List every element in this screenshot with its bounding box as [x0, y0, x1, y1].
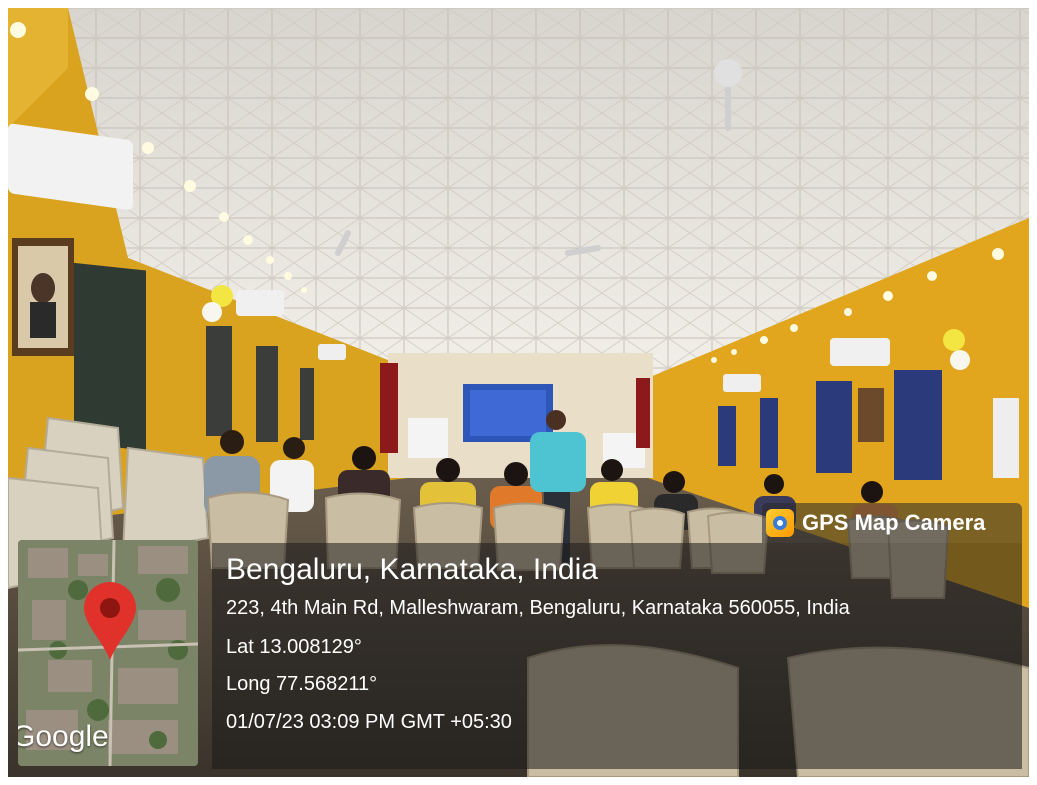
- location-address: 223, 4th Main Rd, Malleshwaram, Bengalur…: [226, 597, 850, 619]
- map-attribution: Google: [18, 720, 109, 753]
- location-latitude: Lat 13.008129°: [226, 636, 362, 658]
- location-longitude: Long 77.568211°: [226, 673, 378, 695]
- map-thumbnail: Google: [18, 540, 198, 766]
- location-datetime: 01/07/23 03:09 PM GMT +05:30: [226, 711, 512, 733]
- gps-map-camera-badge: GPS Map Camera: [762, 503, 1022, 543]
- brand-label: GPS Map Camera: [802, 510, 986, 535]
- location-pin-icon: [84, 582, 136, 660]
- location-city: Bengaluru, Karnataka, India: [226, 553, 598, 586]
- camera-pin-icon: [766, 509, 794, 537]
